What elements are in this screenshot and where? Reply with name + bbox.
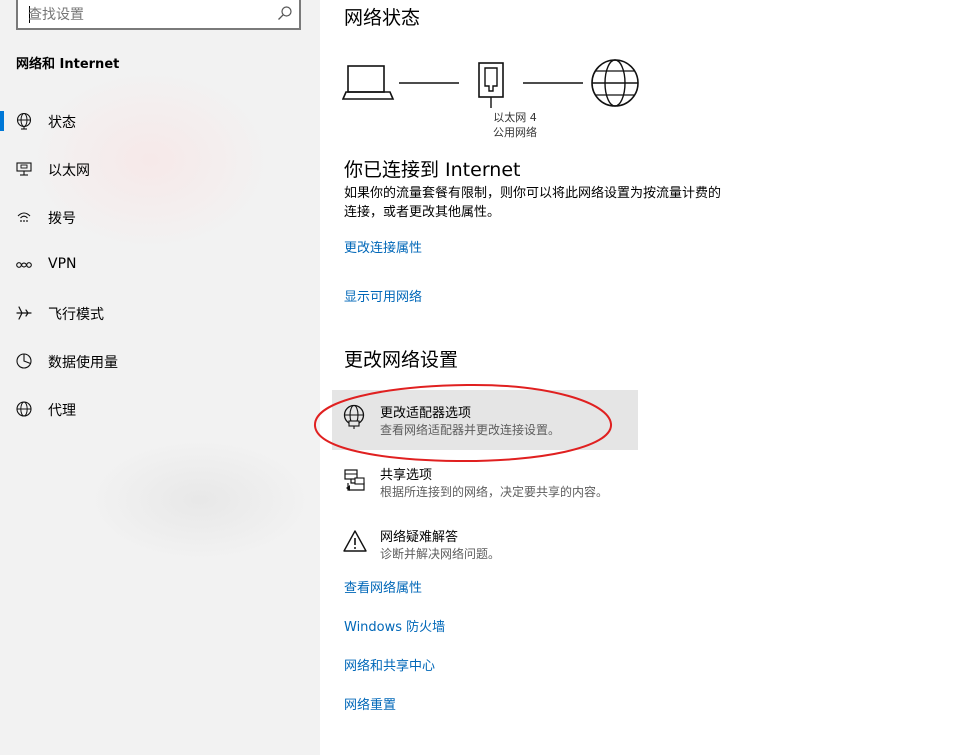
network-reset-link[interactable]: 网络重置: [344, 694, 396, 713]
setting-title: 共享选项: [380, 468, 433, 483]
vpn-icon: [16, 262, 32, 268]
adapter-caption: 以太网 4 公用网络: [469, 110, 561, 140]
show-available-networks-link[interactable]: 显示可用网络: [344, 286, 422, 305]
section-title: 更改网络设置: [344, 349, 459, 371]
selected-indicator: [0, 111, 4, 131]
sidebar: 网络和 Internet 状态 以太网 拨号: [0, 0, 320, 755]
sidebar-item-proxy[interactable]: 代理: [0, 389, 320, 429]
description-line: 连接，或者更改其他属性。: [344, 205, 501, 220]
sidebar-heading: 网络和 Internet: [16, 57, 120, 72]
setting-title: 网络疑难解答: [380, 530, 459, 545]
network-diagram: 以太网 4 公用网络: [342, 58, 642, 148]
sidebar-item-label: VPN: [48, 256, 77, 272]
sidebar-item-ethernet[interactable]: 以太网: [0, 149, 320, 189]
sidebar-item-label: 拨号: [48, 211, 76, 227]
sidebar-item-label: 代理: [48, 403, 76, 419]
page-title: 网络状态: [344, 7, 421, 29]
data-usage-icon: [16, 353, 32, 369]
globe-status-icon: [16, 112, 32, 130]
network-sharing-center-link[interactable]: 网络和共享中心: [344, 655, 435, 674]
laptop-icon: [342, 65, 395, 100]
dialup-icon: [17, 212, 31, 222]
airplane-icon: [16, 306, 32, 320]
change-adapter-options-item[interactable]: 更改适配器选项 查看网络适配器并更改连接设置。: [332, 390, 638, 450]
main-panel: 网络状态 以太网 4 公用网络 你已连接到 Internet 如果你的流量套餐有…: [320, 0, 978, 755]
ethernet-icon: [16, 162, 32, 176]
sidebar-item-data-usage[interactable]: 数据使用量: [0, 341, 320, 381]
warning-icon: [343, 530, 367, 552]
setting-description: 诊断并解决网络问题。: [380, 547, 501, 561]
globe-proxy-icon: [16, 401, 32, 417]
sidebar-item-label: 以太网: [48, 163, 90, 179]
connection-status-description: 如果你的流量套餐有限制，则你可以将此网络设置为按流量计费的 连接，或者更改其他属…: [344, 184, 764, 222]
network-troubleshooter-item[interactable]: 网络疑难解答 诊断并解决网络问题。: [332, 514, 638, 574]
windows-firewall-link[interactable]: Windows 防火墙: [344, 616, 445, 635]
sidebar-item-label: 飞行模式: [48, 307, 104, 323]
sharing-options-item[interactable]: 共享选项 根据所连接到的网络，决定要共享的内容。: [332, 452, 638, 512]
setting-description: 根据所连接到的网络，决定要共享的内容。: [380, 485, 609, 499]
description-line: 如果你的流量套餐有限制，则你可以将此网络设置为按流量计费的: [344, 186, 722, 201]
sidebar-item-vpn[interactable]: VPN: [0, 245, 320, 285]
sidebar-item-status[interactable]: 状态: [0, 101, 320, 141]
sidebar-item-dialup[interactable]: 拨号: [0, 197, 320, 237]
network-type: 公用网络: [493, 126, 537, 139]
network-diagram-graphic: [342, 59, 639, 108]
view-network-properties-link[interactable]: 查看网络属性: [344, 577, 422, 596]
sharing-icon: [344, 469, 365, 491]
adapter-name: 以太网 4: [493, 111, 537, 124]
search-box[interactable]: [16, 0, 301, 30]
internet-globe-icon: [591, 59, 639, 107]
setting-description: 查看网络适配器并更改连接设置。: [380, 423, 561, 437]
connection-status-title: 你已连接到 Internet: [344, 159, 521, 181]
ethernet-port-icon: [478, 62, 504, 108]
change-connection-properties-link[interactable]: 更改连接属性: [344, 237, 422, 256]
search-input[interactable]: [28, 2, 268, 28]
sidebar-item-airplane[interactable]: 飞行模式: [0, 293, 320, 333]
adapter-globe-icon: [343, 404, 365, 429]
search-icon[interactable]: [277, 5, 293, 21]
sidebar-item-label: 状态: [48, 115, 76, 131]
sidebar-item-label: 数据使用量: [48, 355, 118, 371]
setting-title: 更改适配器选项: [380, 406, 472, 421]
